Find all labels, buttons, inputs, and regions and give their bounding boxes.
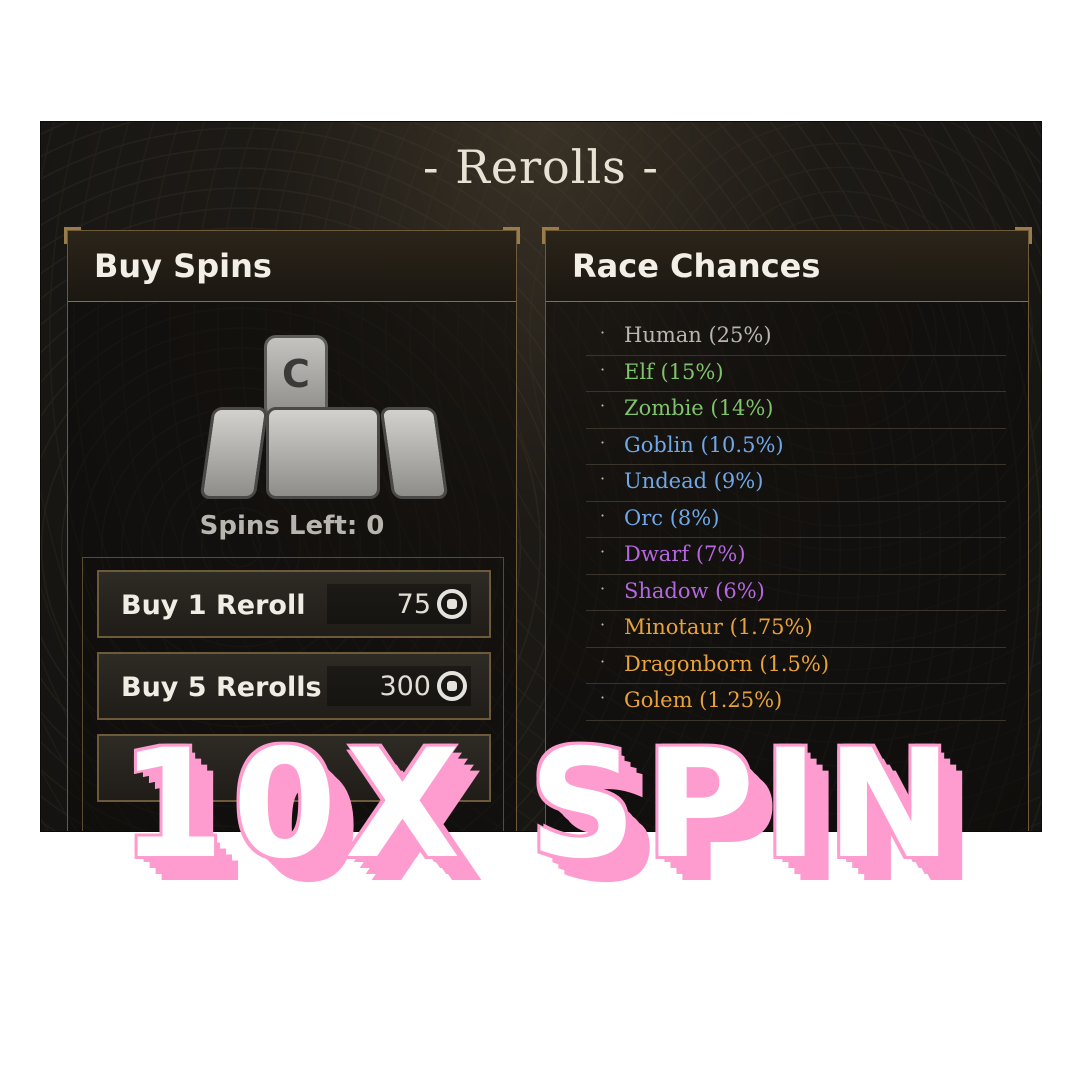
race-chance-item: · Zombie (14%) — [586, 392, 1006, 429]
race-chance-text: Dwarf (7%) — [624, 542, 746, 566]
bullet-icon: · — [600, 505, 606, 525]
race-chance-item: · Elf (15%) — [586, 356, 1006, 392]
bullet-icon: · — [600, 432, 606, 452]
race-chances-header: Race Chances — [546, 231, 1028, 302]
race-chance-text: Orc (8%) — [624, 505, 720, 530]
race-chance-item: · Minotaur (1.75%) — [586, 611, 1006, 648]
race-chance-text: Dragonborn (1.5%) — [624, 651, 830, 676]
corner-ornament — [542, 227, 559, 244]
bullet-icon: · — [600, 323, 606, 342]
race-chances-list: · Human (25%) · Elf (15%) · Zombie (14%) · Gobl… — [586, 319, 1006, 721]
buy-5-rerolls-button[interactable]: Buy 5 Rerolls 300 — [97, 652, 491, 720]
price-value: 300 — [379, 670, 431, 702]
race-chance-item: · Undead (9%) — [586, 465, 1006, 502]
corner-ornament — [64, 227, 81, 244]
race-chance-item: · Golem (1.25%) — [586, 684, 1006, 721]
race-chance-item: · Orc (8%) — [586, 502, 1006, 538]
buy-option-price: 75 — [327, 584, 471, 624]
reroll-character-icon: C — [68, 327, 516, 499]
robux-icon — [437, 671, 467, 701]
bullet-icon: · — [600, 542, 606, 561]
race-chance-text: Shadow (6%) — [624, 578, 765, 603]
buy-spins-header: Buy Spins — [68, 231, 516, 302]
corner-ornament — [1015, 227, 1032, 244]
race-chance-item: · Shadow (6%) — [586, 575, 1006, 611]
race-chance-item: · Human (25%) — [586, 319, 1006, 356]
race-chance-text: Minotaur (1.75%) — [624, 615, 813, 639]
race-chance-text: Undead (9%) — [624, 469, 764, 493]
overlay-banner-text: 10X SPIN — [120, 718, 960, 892]
bullet-icon: · — [600, 396, 606, 415]
race-chance-item: · Dwarf (7%) — [586, 538, 1006, 575]
bullet-icon: · — [600, 359, 606, 379]
panel-title: - Rerolls - — [423, 140, 659, 194]
race-chance-text: Golem (1.25%) — [624, 688, 783, 712]
torso-body — [266, 407, 380, 499]
buy-option-label: Buy 5 Rerolls — [121, 672, 322, 703]
spins-left-text: Spins Left: 0 — [199, 511, 385, 541]
race-chance-text: Zombie (14%) — [624, 396, 774, 420]
price-value: 75 — [396, 588, 431, 620]
race-chance-text: Human (25%) — [624, 323, 772, 347]
robux-icon — [437, 589, 467, 619]
bullet-icon: · — [600, 469, 606, 488]
bullet-icon: · — [600, 651, 606, 671]
bullet-icon: · — [600, 688, 606, 707]
buy-option-price: 300 — [327, 666, 471, 706]
torso-right-arm — [379, 407, 449, 499]
bullet-icon: · — [600, 615, 606, 634]
race-chance-text: Elf (15%) — [624, 359, 724, 384]
buy-option-label: Buy 1 Reroll — [121, 590, 306, 621]
race-chance-item: · Dragonborn (1.5%) — [586, 648, 1006, 684]
buy-1-reroll-button[interactable]: Buy 1 Reroll 75 — [97, 570, 491, 638]
race-chance-text: Goblin (10.5%) — [624, 432, 784, 457]
bullet-icon: · — [600, 578, 606, 598]
torso-left-arm — [199, 407, 269, 499]
race-chance-item: · Goblin (10.5%) — [586, 429, 1006, 465]
corner-ornament — [503, 227, 520, 244]
